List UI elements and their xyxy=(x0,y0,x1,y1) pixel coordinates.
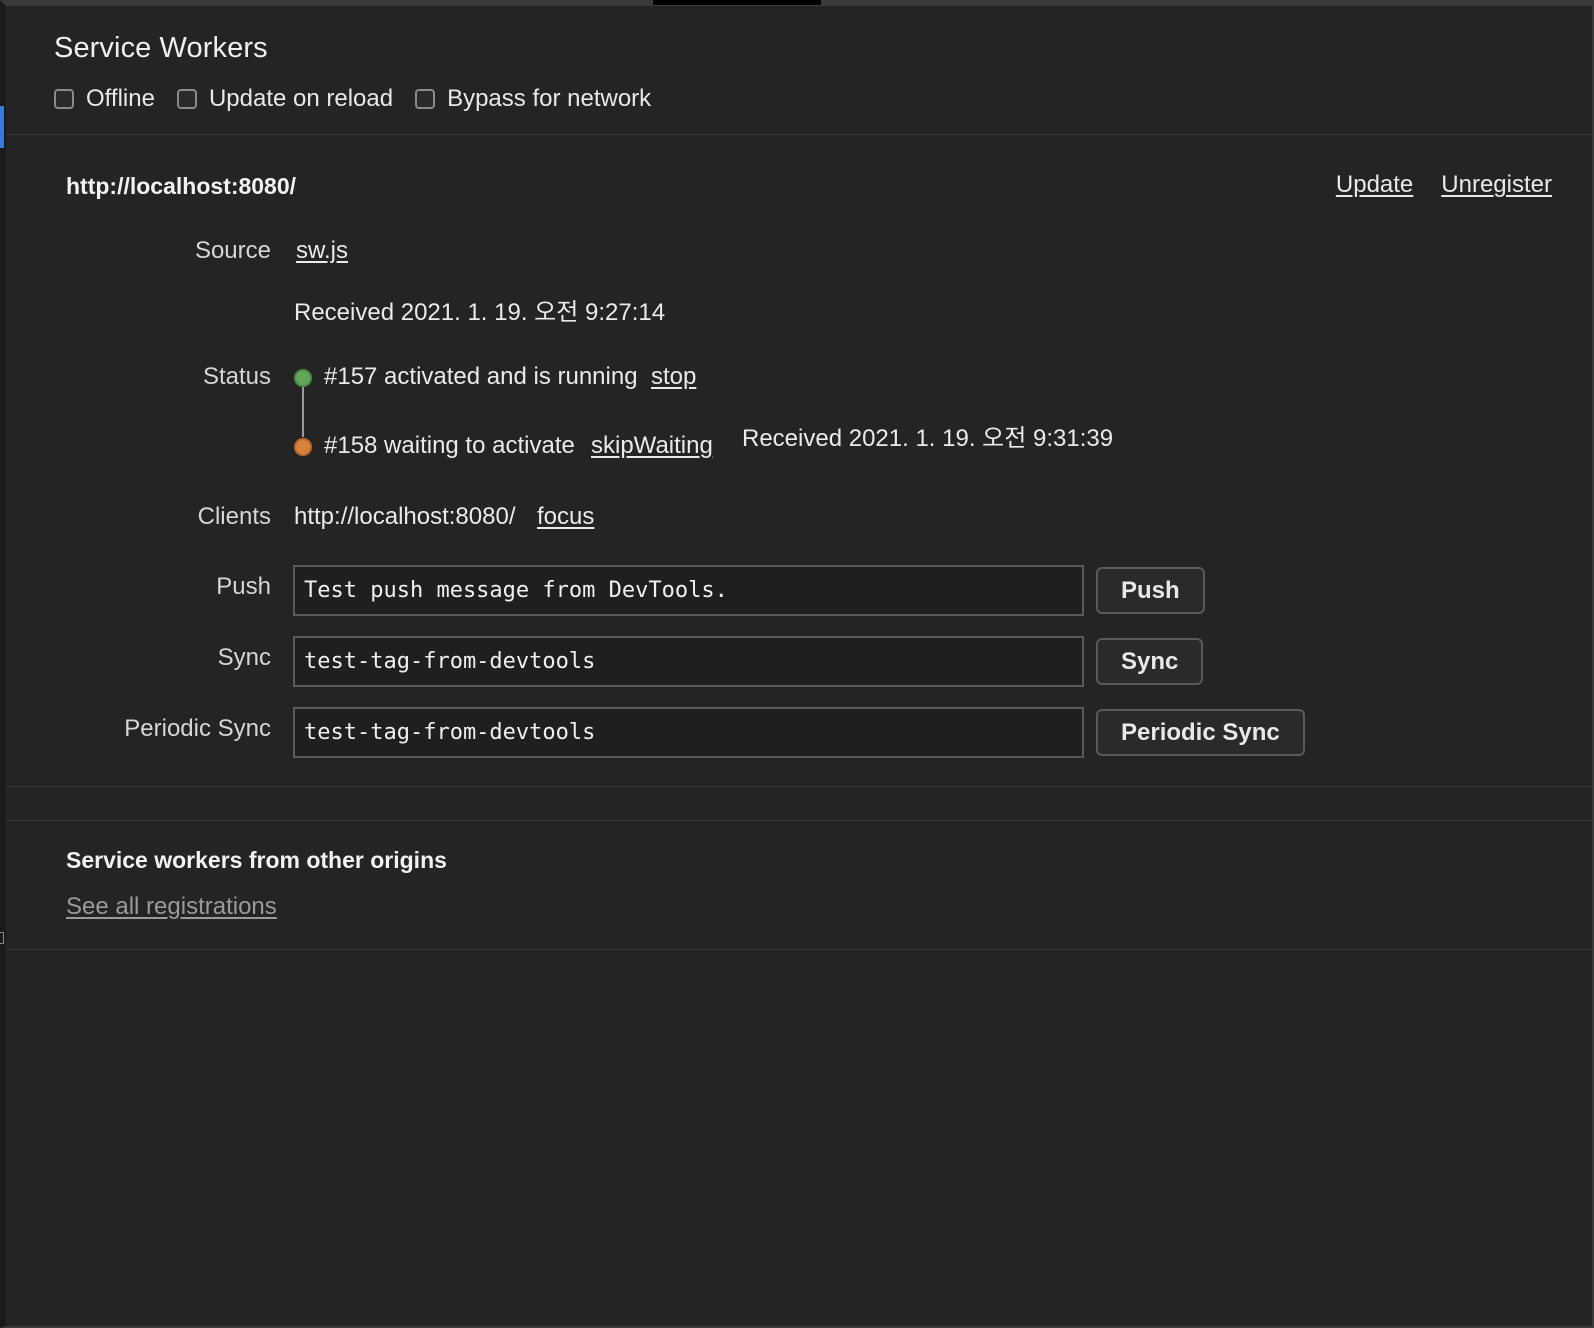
section-divider xyxy=(6,787,1592,821)
sidebar-edge-glyph xyxy=(0,932,4,944)
periodic-sync-tag-input[interactable] xyxy=(293,707,1084,758)
registration-actions: Update Unregister xyxy=(1308,171,1552,199)
bypass-for-network-label: Bypass for network xyxy=(447,85,652,112)
source-file-link[interactable]: sw.js xyxy=(296,237,348,265)
options-bar: Offline Update on reload Bypass for netw… xyxy=(54,85,1592,113)
status-label: Status xyxy=(202,363,271,390)
source-received-time: Received 2021. 1. 19. 오전 9:27:14 xyxy=(294,299,666,326)
sidebar-selection-indicator xyxy=(0,106,4,148)
periodic-sync-button[interactable]: Periodic Sync xyxy=(1096,709,1305,756)
client-url: http://localhost:8080/ xyxy=(294,503,516,530)
update-on-reload-checkbox[interactable]: Update on reload xyxy=(176,85,394,113)
page-title: Service Workers xyxy=(54,32,268,64)
sync-tag-input[interactable] xyxy=(293,636,1084,687)
running-status-dot xyxy=(294,369,312,387)
offline-label: Offline xyxy=(86,85,155,112)
update-on-reload-label: Update on reload xyxy=(208,85,394,112)
periodic-sync-label: Periodic Sync xyxy=(124,715,271,742)
offline-checkbox[interactable]: Offline xyxy=(54,85,155,113)
service-workers-header: Service Workers Offline Update on reload… xyxy=(6,6,1592,135)
unregister-link[interactable]: Unregister xyxy=(1441,171,1552,199)
push-button[interactable]: Push xyxy=(1096,567,1205,614)
sync-button[interactable]: Sync xyxy=(1096,638,1204,685)
top-tab-indicator xyxy=(653,0,821,5)
waiting-worker-status: #158 waiting to activate xyxy=(324,432,575,459)
waiting-received-time: Received 2021. 1. 19. 오전 9:31:39 xyxy=(742,425,1114,452)
bypass-for-network-checkbox[interactable]: Bypass for network xyxy=(415,85,651,113)
status-connector xyxy=(302,387,304,437)
stop-link[interactable]: stop xyxy=(651,363,696,391)
push-label: Push xyxy=(216,573,271,600)
clients-label: Clients xyxy=(197,503,271,530)
other-origins-section: Service workers from other origins See a… xyxy=(6,821,1592,950)
registration-origin: http://localhost:8080/ xyxy=(66,173,297,199)
registration-card: http://localhost:8080/ Update Unregister… xyxy=(6,135,1592,787)
push-message-input[interactable] xyxy=(293,565,1084,616)
see-all-registrations-link[interactable]: See all registrations xyxy=(66,893,277,921)
source-label: Source xyxy=(194,237,271,264)
sync-label: Sync xyxy=(217,644,271,671)
checkbox-box[interactable] xyxy=(176,89,197,109)
other-origins-heading: Service workers from other origins xyxy=(66,847,447,873)
active-worker-status: #157 activated and is running xyxy=(324,363,638,390)
checkbox-box[interactable] xyxy=(54,89,74,109)
checkbox-box[interactable] xyxy=(415,89,436,109)
focus-link[interactable]: focus xyxy=(537,503,594,531)
update-link[interactable]: Update xyxy=(1336,171,1413,199)
skip-waiting-link[interactable]: skipWaiting xyxy=(591,432,713,460)
devtools-panel: Service Workers Offline Update on reload… xyxy=(0,0,1594,1328)
waiting-status-dot xyxy=(294,438,312,456)
